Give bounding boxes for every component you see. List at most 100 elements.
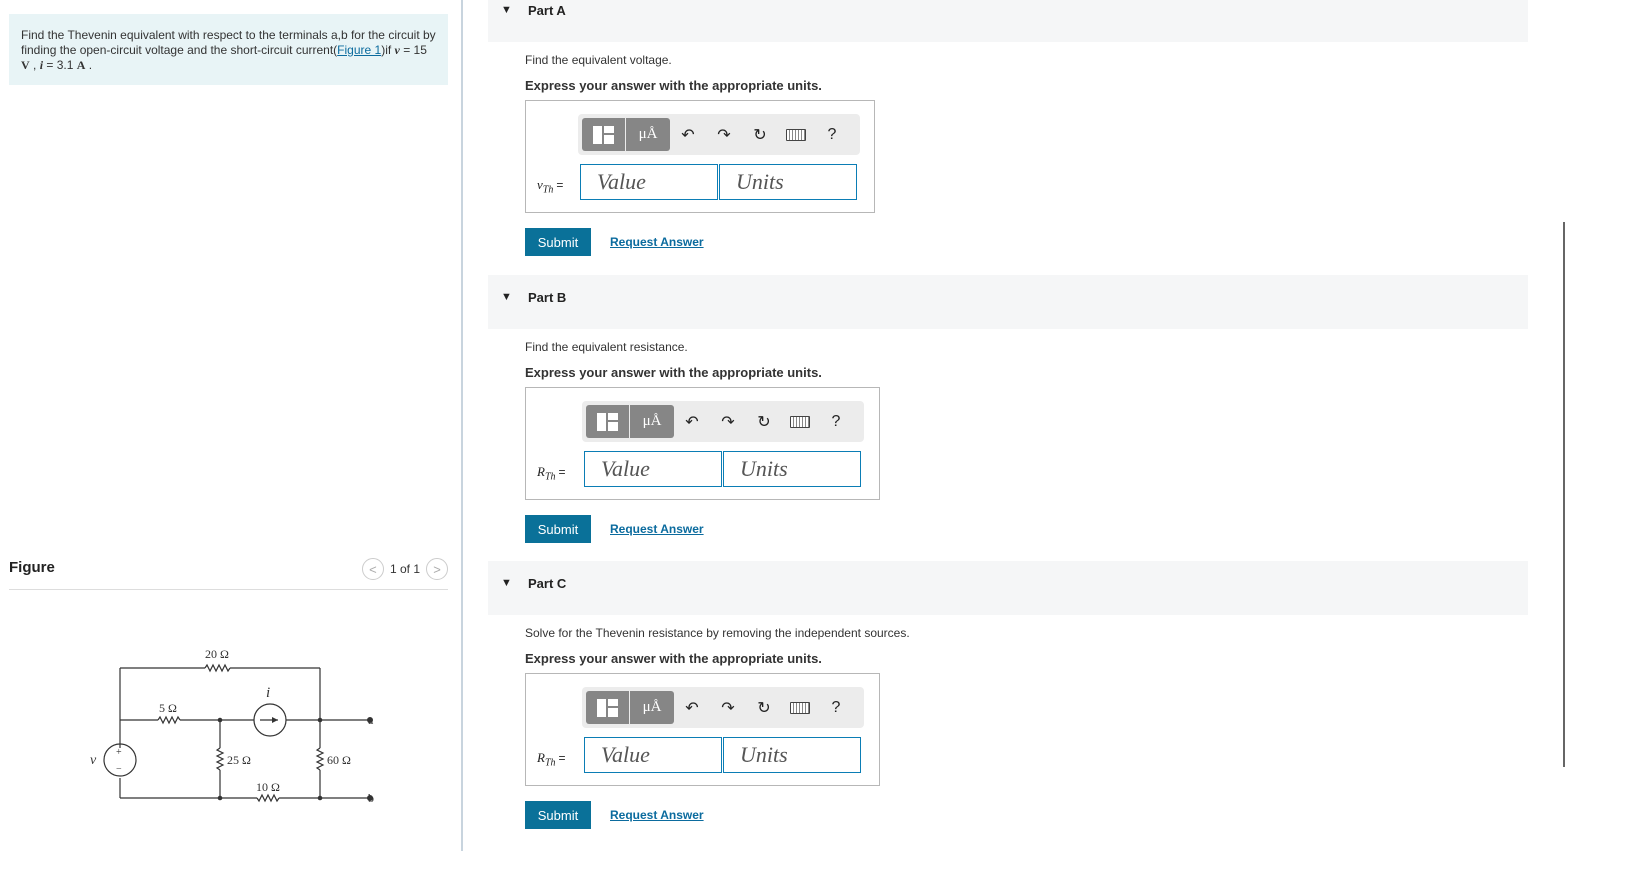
part-a-header[interactable]: ▼ Part A — [488, 0, 1528, 42]
figure-link[interactable]: Figure 1 — [337, 43, 381, 57]
keyboard-button[interactable] — [782, 691, 818, 724]
part-b-body: Find the equivalent resistance. Express … — [525, 340, 1325, 543]
label-v: v — [90, 753, 97, 768]
chevron-left-icon: < — [369, 561, 377, 577]
right-panel: ▼ Part A Find the equivalent voltage. Ex… — [488, 0, 1528, 891]
templates-icon — [592, 124, 615, 146]
help-button[interactable]: ? — [818, 691, 854, 724]
keyboard-button[interactable] — [778, 118, 814, 151]
figure-pager: < 1 of 1 > — [361, 558, 448, 580]
variable-label: RTh = — [537, 750, 566, 769]
part-c-answer-box: μÅ ↶ ↷ ↻ ? RTh = Value Units — [525, 673, 880, 786]
label-b: b — [368, 791, 374, 805]
panel-divider[interactable] — [461, 0, 463, 851]
redo-icon[interactable]: ↷ — [710, 691, 746, 724]
sep: , — [29, 58, 40, 72]
part-c-question: Solve for the Thevenin resistance by rem… — [525, 626, 910, 640]
answer-toolbar: μÅ ↶ ↷ ↻ ? — [582, 687, 864, 728]
units-button[interactable]: μÅ — [626, 118, 670, 151]
v-eq: = 15 — [399, 43, 427, 57]
label-plus: + — [116, 747, 122, 758]
collapse-arrow-icon: ▼ — [501, 4, 512, 16]
part-a-answer-box: μÅ ↶ ↷ ↻ ? vTh = Value Units — [525, 100, 875, 213]
request-answer-link[interactable]: Request Answer — [610, 522, 704, 536]
chevron-right-icon: > — [433, 561, 441, 577]
templates-button[interactable] — [582, 118, 626, 151]
units-button[interactable]: μÅ — [630, 691, 674, 724]
part-b-header[interactable]: ▼ Part B — [488, 275, 1528, 329]
answer-toolbar: μÅ ↶ ↷ ↻ ? — [578, 114, 860, 155]
part-c-header[interactable]: ▼ Part C — [488, 561, 1528, 615]
answer-toolbar: μÅ ↶ ↷ ↻ ? — [582, 401, 864, 442]
toolbar-group: μÅ — [586, 691, 674, 724]
part-b-answer-box: μÅ ↶ ↷ ↻ ? RTh = Value Units — [525, 387, 880, 500]
part-b-question: Find the equivalent resistance. — [525, 340, 688, 354]
help-button[interactable]: ? — [818, 405, 854, 438]
keyboard-icon — [790, 701, 810, 714]
value-input[interactable]: Value — [580, 164, 718, 200]
variable-label: RTh = — [537, 464, 566, 483]
toolbar-group: μÅ — [582, 118, 670, 151]
part-b-instruction: Express your answer with the appropriate… — [525, 365, 822, 380]
problem-text-2: )if — [381, 43, 395, 57]
request-answer-link[interactable]: Request Answer — [610, 808, 704, 822]
templates-button[interactable] — [586, 405, 630, 438]
pager-text: 1 of 1 — [389, 562, 420, 576]
i-eq: = 3.1 — [43, 58, 77, 72]
part-a-title: Part A — [528, 3, 566, 18]
reset-icon[interactable]: ↻ — [746, 405, 782, 438]
label-r20: 20 Ω — [205, 647, 229, 661]
templates-icon — [596, 411, 619, 433]
part-a-question: Find the equivalent voltage. — [525, 53, 672, 67]
undo-icon[interactable]: ↶ — [674, 691, 710, 724]
undo-icon[interactable]: ↶ — [670, 118, 706, 151]
label-r5: 5 Ω — [159, 701, 177, 715]
collapse-arrow-icon: ▼ — [501, 291, 512, 303]
label-r60: 60 Ω — [327, 753, 351, 767]
label-r10: 10 Ω — [256, 780, 280, 794]
scrollbar[interactable] — [1563, 222, 1565, 767]
problem-statement: Find the Thevenin equivalent with respec… — [9, 14, 448, 85]
circuit-diagram: 20 Ω 5 Ω 25 Ω 10 Ω 60 Ω i v a b + − — [90, 647, 374, 805]
part-a-body: Find the equivalent voltage. Express you… — [525, 53, 1325, 256]
part-a-instruction: Express your answer with the appropriate… — [525, 78, 822, 93]
units-button[interactable]: μÅ — [630, 405, 674, 438]
keyboard-icon — [786, 128, 806, 141]
templates-button[interactable] — [586, 691, 630, 724]
v-unit: V — [21, 58, 30, 72]
undo-icon[interactable]: ↶ — [674, 405, 710, 438]
next-figure-button[interactable]: > — [426, 558, 448, 580]
left-panel: Find the Thevenin equivalent with respec… — [0, 0, 462, 891]
part-c-instruction: Express your answer with the appropriate… — [525, 651, 822, 666]
submit-button[interactable]: Submit — [525, 515, 591, 543]
variable-label: vTh = — [537, 177, 564, 196]
units-input[interactable]: Units — [723, 737, 861, 773]
help-button[interactable]: ? — [814, 118, 850, 151]
keyboard-button[interactable] — [782, 405, 818, 438]
keyboard-icon — [790, 415, 810, 428]
collapse-arrow-icon: ▼ — [501, 577, 512, 589]
part-c-body: Solve for the Thevenin resistance by rem… — [525, 626, 1325, 829]
submit-button[interactable]: Submit — [525, 228, 591, 256]
end: . — [85, 58, 93, 72]
toolbar-group: μÅ — [586, 405, 674, 438]
label-r25: 25 Ω — [227, 753, 251, 767]
part-c-title: Part C — [528, 576, 567, 591]
label-i: i — [266, 685, 270, 701]
templates-icon — [596, 697, 619, 719]
figure-header: Figure < 1 of 1 > — [9, 556, 448, 590]
label-a: a — [368, 713, 374, 727]
units-input[interactable]: Units — [719, 164, 857, 200]
label-minus: − — [116, 764, 122, 775]
redo-icon[interactable]: ↷ — [710, 405, 746, 438]
units-input[interactable]: Units — [723, 451, 861, 487]
submit-button[interactable]: Submit — [525, 801, 591, 829]
value-input[interactable]: Value — [584, 451, 722, 487]
reset-icon[interactable]: ↻ — [742, 118, 778, 151]
value-input[interactable]: Value — [584, 737, 722, 773]
redo-icon[interactable]: ↷ — [706, 118, 742, 151]
part-b-title: Part B — [528, 290, 567, 305]
request-answer-link[interactable]: Request Answer — [610, 235, 704, 249]
reset-icon[interactable]: ↻ — [746, 691, 782, 724]
prev-figure-button[interactable]: < — [361, 558, 384, 580]
